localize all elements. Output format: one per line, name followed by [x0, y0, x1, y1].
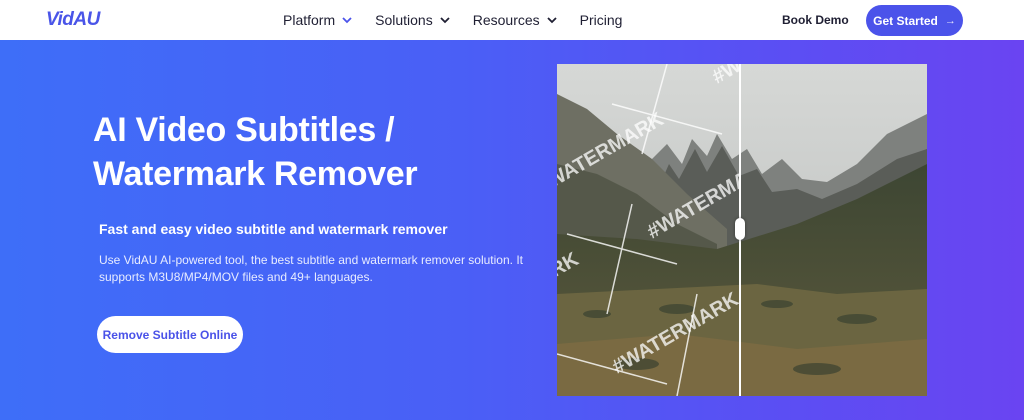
hero-title-line: Watermark Remover	[93, 155, 418, 193]
chevron-down-icon	[547, 17, 557, 24]
chevron-down-icon	[440, 17, 450, 24]
nav-item-label: Pricing	[579, 12, 623, 28]
slider-handle-icon[interactable]	[735, 218, 745, 240]
nav-item-label: Platform	[283, 12, 336, 28]
nav-item-pricing[interactable]: Pricing	[580, 12, 623, 28]
nav-menu: Platform Solutions Resources Pricing	[283, 0, 644, 40]
chevron-down-icon	[342, 17, 352, 24]
nav-item-label: Resources	[472, 12, 540, 28]
arrow-right-icon: →	[944, 14, 956, 27]
book-demo-link[interactable]: Book Demo	[782, 13, 849, 27]
nav-item-label: Solutions	[375, 12, 433, 28]
get-started-button[interactable]: Get Started →	[866, 5, 963, 36]
hero-title: AI Video Subtitles / Watermark Remover	[93, 108, 533, 196]
top-navbar: VidAU Platform Solutions Resources Prici…	[0, 0, 1024, 40]
nav-item-resources[interactable]: Resources	[473, 12, 558, 28]
nav-item-platform[interactable]: Platform	[283, 12, 353, 28]
hero-title-line: AI Video Subtitles /	[93, 111, 395, 149]
remove-subtitle-online-button[interactable]: Remove Subtitle Online	[97, 316, 243, 353]
nav-item-solutions[interactable]: Solutions	[375, 12, 451, 28]
hero-section: AI Video Subtitles / Watermark Remover F…	[0, 40, 1024, 420]
vidau-logo[interactable]: VidAU	[46, 9, 100, 31]
hero-subtitle: Fast and easy video subtitle and waterma…	[99, 221, 448, 237]
hero-description: Use VidAU AI-powered tool, the best subt…	[99, 253, 523, 284]
get-started-label: Get Started	[873, 13, 938, 28]
